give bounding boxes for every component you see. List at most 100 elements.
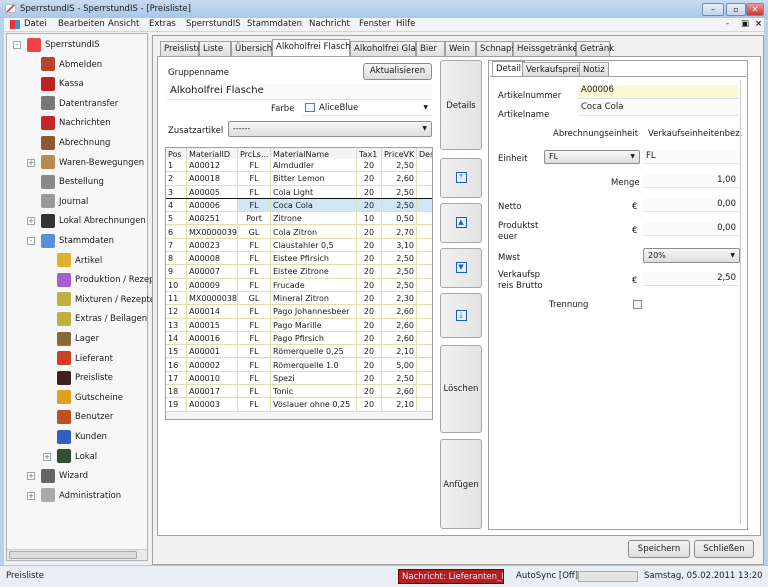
expand-toggle[interactable]: +	[43, 452, 51, 461]
menu-stammdaten[interactable]: Stammdaten	[247, 19, 302, 29]
artikelnummer-input[interactable]: A00006	[578, 85, 738, 99]
detail-scrollbar[interactable]	[740, 80, 741, 524]
einheit-bez-input[interactable]: FL	[643, 150, 739, 164]
tree-item-benutzer[interactable]: Benutzer	[57, 409, 113, 425]
produktsteuer-input[interactable]: 0,00	[643, 222, 739, 236]
menu-app-icon[interactable]	[10, 20, 20, 29]
tab-preisliste[interactable]: Preisliste	[160, 41, 202, 57]
menu-bearbeiten[interactable]: Bearbeiten	[58, 19, 105, 29]
minimize-button[interactable]: –	[702, 3, 724, 16]
mdi-restore-button[interactable]: ▣	[741, 19, 749, 29]
move-up-button[interactable]: ▲	[440, 203, 482, 243]
scrollbar-thumb[interactable]	[9, 551, 137, 559]
tab-alkoholfrei-flasche[interactable]: Alkoholfrei Flasche	[272, 39, 356, 57]
table-row[interactable]: 2 A00018 FL Bitter Lemon 20 2,60	[166, 172, 432, 186]
menu-nachricht[interactable]: Nachricht	[309, 19, 350, 29]
expand-toggle[interactable]: +	[27, 472, 35, 481]
tree-item-bestellung[interactable]: Bestellung	[41, 174, 104, 190]
table-row[interactable]: 18 A00017 FL Tonic 20 2,60	[166, 385, 432, 399]
tree-item-kassa[interactable]: Kassa	[41, 76, 84, 92]
anfuegen-button[interactable]: Anfügen	[440, 439, 482, 529]
tree-item-sperrstundis[interactable]: SperrstundIS	[27, 37, 100, 53]
menu-datei[interactable]: Datei	[24, 19, 47, 29]
tab-bier[interactable]: Bier	[416, 41, 445, 57]
menu-extras[interactable]: Extras	[149, 19, 176, 29]
tree-item-kunden[interactable]: Kunden	[57, 429, 107, 445]
expand-toggle[interactable]: +	[27, 491, 35, 500]
tree-item-abmelden[interactable]: Abmelden	[41, 57, 102, 73]
tree-item-lokal-abrechnungen[interactable]: Lokal Abrechnungen	[41, 213, 146, 229]
menu-fenster[interactable]: Fenster	[359, 19, 391, 29]
table-row[interactable]: 1 A00012 FL Almdudler 20 2,50	[166, 159, 432, 173]
tree-item-produktion-rezept[interactable]: Produktion / Rezept	[57, 272, 158, 288]
schliessen-button[interactable]: Schließen	[694, 540, 754, 558]
gruppenname-input[interactable]: Alkoholfrei Flasche	[167, 84, 432, 100]
table-row[interactable]: 8 A00008 FL Eistee Pfirsich 20 2,50	[166, 252, 432, 266]
mdi-close-button[interactable]: ×	[755, 19, 762, 29]
table-row[interactable]: 11 MX0000038 GL Mineral Zitron 20 2,30	[166, 292, 432, 306]
artikelname-input[interactable]: Coca Cola	[578, 102, 738, 116]
speichern-button[interactable]: Speichern	[628, 540, 690, 558]
tree-item-datentransfer[interactable]: Datentransfer	[41, 96, 118, 112]
zusatzartikel-select[interactable]: ------ ▼	[228, 121, 432, 137]
tree-item-artikel[interactable]: Artikel	[57, 253, 102, 269]
table-row[interactable]: 3 A00005 FL Cola Light 20 2,50	[166, 185, 432, 199]
tab-getränk[interactable]: Getränk	[576, 41, 614, 57]
tab-alkoholfrei-glas[interactable]: Alkoholfrei Glas	[350, 41, 420, 57]
table-row[interactable]: 12 A00014 FL Pago Johannesbeer 20 2,60	[166, 305, 432, 319]
expand-toggle[interactable]: +	[27, 217, 35, 226]
move-down-button[interactable]: ▼	[440, 248, 482, 288]
netto-input[interactable]: 0,00	[643, 198, 739, 212]
tree-item-lieferant[interactable]: Lieferant	[57, 351, 113, 367]
menu-hilfe[interactable]: Hilfe	[396, 19, 415, 29]
tree-horizontal-scrollbar[interactable]	[7, 549, 147, 560]
farbe-select[interactable]: AliceBlue ▼	[302, 101, 432, 116]
table-row[interactable]: 14 A00016 FL Pago Pfirsich 20 2,60	[166, 331, 432, 346]
tab-schnaps[interactable]: Schnaps	[476, 41, 516, 57]
table-row[interactable]: 4 A00006 FL Coca Cola 20 2,50	[166, 197, 432, 214]
tree-item-mixturen-rezepte[interactable]: Mixturen / Rezepte	[57, 292, 155, 308]
trennung-checkbox[interactable]	[633, 300, 642, 309]
table-row[interactable]: 9 A00007 FL Eistee Zitrone 20 2,50	[166, 265, 432, 279]
move-top-button[interactable]: ⤒	[440, 158, 482, 198]
table-row[interactable]: 5 A00251 Port Zitrone 10 0,50	[166, 212, 432, 226]
move-bottom-button[interactable]: ⤓	[440, 293, 482, 338]
tree-item-administration[interactable]: Administration	[41, 488, 121, 504]
table-row[interactable]: 15 A00001 FL Römerquelle 0,25 20 2,10	[166, 345, 432, 359]
tree-item-nachrichten[interactable]: Nachrichten	[41, 115, 111, 131]
mwst-select[interactable]: 20% ▼	[643, 248, 740, 263]
tree-item-preisliste[interactable]: Preisliste	[57, 370, 113, 386]
tab-liste[interactable]: Liste	[199, 41, 231, 57]
table-row[interactable]: 17 A00010 FL Spezi 20 2,50	[166, 371, 432, 386]
detail-tab-detail[interactable]: Detail	[492, 61, 526, 77]
menge-input[interactable]: 1,00	[643, 174, 739, 188]
table-row[interactable]: 13 A00015 FL Pago Marille 20 2,60	[166, 318, 432, 332]
tree-item-lokal[interactable]: Lokal	[57, 449, 97, 465]
table-row[interactable]: 16 A00002 FL Römerquelle 1.0 20 5,00	[166, 358, 432, 372]
tab-wein[interactable]: Wein	[445, 41, 476, 57]
menu-sperrstundis[interactable]: SperrstundIS	[186, 19, 241, 29]
status-message[interactable]: Nachricht: Lieferanten_M...	[398, 569, 504, 584]
tab-übersicht[interactable]: Übersicht	[231, 41, 276, 57]
table-row[interactable]: 10 A00009 FL Frucade 20 2,50	[166, 278, 432, 292]
table-row[interactable]: 19 A00003 FL Vöslauer ohne 0,25 20 2,10	[166, 398, 432, 412]
einheit-select[interactable]: FL ▼	[544, 150, 640, 164]
close-window-button[interactable]: ✕	[746, 3, 764, 16]
expand-toggle[interactable]: +	[27, 158, 35, 167]
table-row[interactable]: 7 A00023 FL Claustahler 0,5 20 3,10	[166, 238, 432, 253]
aktualisieren-button[interactable]: Aktualisieren	[363, 63, 432, 80]
detail-tab-verkaufspreis[interactable]: Verkaufspreis	[522, 62, 588, 77]
tree-item-waren-bewegungen[interactable]: Waren-Bewegungen	[41, 155, 144, 171]
table-row[interactable]: 6 MX0000039 GL Cola Zitron 20 2,70	[166, 225, 432, 239]
menu-ansicht[interactable]: Ansicht	[108, 19, 139, 29]
detail-tab-notiz[interactable]: Notiz	[579, 62, 609, 77]
tree-item-gutscheine[interactable]: Gutscheine	[57, 390, 123, 406]
maximize-button[interactable]: ▫	[726, 3, 746, 16]
tree-item-stammdaten[interactable]: Stammdaten	[41, 233, 114, 249]
tab-heissgetränke[interactable]: Heissgetränke	[513, 41, 578, 57]
tree-item-wizard[interactable]: Wizard	[41, 468, 88, 484]
details-button[interactable]: Details	[440, 60, 482, 150]
loeschen-button[interactable]: Löschen	[440, 345, 482, 433]
tree-item-lager[interactable]: Lager	[57, 331, 99, 347]
expand-toggle[interactable]: -	[27, 237, 35, 245]
